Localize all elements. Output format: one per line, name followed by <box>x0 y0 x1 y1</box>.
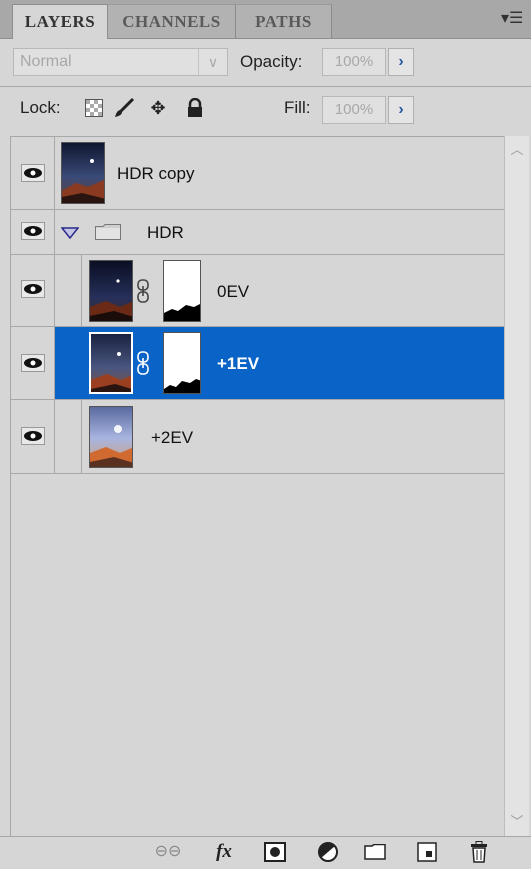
tab-paths[interactable]: PATHS <box>236 4 332 38</box>
expand-triangle-icon[interactable] <box>61 227 79 239</box>
visibility-toggle[interactable] <box>11 255 55 326</box>
lock-position-icon[interactable]: ✥ <box>146 96 170 120</box>
opacity-input[interactable]: 100% <box>322 48 386 76</box>
indent-line <box>81 400 82 474</box>
scrollbar[interactable]: ︿ ﹀ <box>504 136 529 836</box>
layer-name: +2EV <box>151 428 194 447</box>
tab-layers[interactable]: LAYERS <box>12 4 108 39</box>
eye-icon <box>21 427 45 445</box>
layer-thumbnail <box>89 332 133 394</box>
visibility-toggle[interactable] <box>11 210 55 254</box>
fx-icon[interactable]: fx <box>208 841 240 863</box>
chevron-down-icon: ∨ <box>198 49 227 75</box>
layer-thumbnail <box>61 142 105 204</box>
delete-layer-icon[interactable] <box>466 841 492 863</box>
divider <box>0 86 531 87</box>
scroll-up-icon[interactable]: ︿ <box>507 140 527 160</box>
eye-icon <box>21 354 45 372</box>
layers-list: HDR copy HDR 0EV +1EV +2EV <box>10 136 505 837</box>
link-layers-icon[interactable]: ⊖⊖ <box>150 841 186 863</box>
panel-menu-icon[interactable]: ▾☰ <box>501 10 523 28</box>
eye-icon <box>21 164 45 182</box>
tab-channels[interactable]: CHANNELS <box>108 4 236 38</box>
visibility-toggle[interactable] <box>11 137 55 209</box>
visibility-toggle[interactable] <box>11 400 55 473</box>
bottom-toolbar: ⊖⊖ fx <box>0 836 531 868</box>
layer-name: +1EV <box>217 354 260 373</box>
new-group-icon[interactable] <box>362 841 388 863</box>
tab-bar: LAYERS CHANNELS PATHS ▾☰ <box>0 0 531 39</box>
layer-row-hdr-group[interactable]: HDR <box>11 210 505 255</box>
lock-image-icon[interactable] <box>112 96 136 120</box>
eye-icon <box>21 222 45 240</box>
layer-mask-thumbnail[interactable] <box>163 332 201 394</box>
indent-line <box>81 255 82 327</box>
add-mask-icon[interactable] <box>262 841 288 863</box>
new-layer-icon[interactable] <box>414 841 440 863</box>
layer-row-plus2ev[interactable]: +2EV <box>11 400 505 474</box>
fill-input[interactable]: 100% <box>322 96 386 124</box>
layer-thumbnail <box>89 406 133 468</box>
layer-name: 0EV <box>217 282 250 301</box>
scroll-down-icon[interactable]: ﹀ <box>507 812 527 832</box>
layer-mask-thumbnail[interactable] <box>163 260 201 322</box>
blend-mode-select[interactable]: Normal ∨ <box>13 48 228 76</box>
adjustment-layer-icon[interactable] <box>314 841 342 863</box>
visibility-toggle[interactable] <box>11 327 55 399</box>
layer-name: HDR copy <box>117 164 195 183</box>
lock-all-icon[interactable] <box>184 96 206 120</box>
opacity-slider-button[interactable]: › <box>388 48 414 76</box>
layer-row-hdr-copy[interactable]: HDR copy <box>11 137 505 210</box>
folder-icon <box>95 224 121 240</box>
layer-thumbnail <box>89 260 133 322</box>
layer-row-0ev[interactable]: 0EV <box>11 255 505 327</box>
mask-link-icon[interactable] <box>137 279 149 308</box>
layer-row-plus1ev[interactable]: +1EV <box>11 327 505 400</box>
lock-transparent-icon[interactable] <box>84 96 104 120</box>
lock-label: Lock: <box>20 98 61 117</box>
fill-label: Fill: <box>284 98 311 117</box>
layers-panel: LAYERS CHANNELS PATHS ▾☰ Normal ∨ Opacit… <box>0 0 531 868</box>
group-name: HDR <box>147 223 184 242</box>
blend-mode-value: Normal <box>20 53 72 70</box>
opacity-label: Opacity: <box>240 52 303 71</box>
fill-slider-button[interactable]: › <box>388 96 414 124</box>
eye-icon <box>21 280 45 298</box>
mask-link-icon[interactable] <box>137 351 149 380</box>
